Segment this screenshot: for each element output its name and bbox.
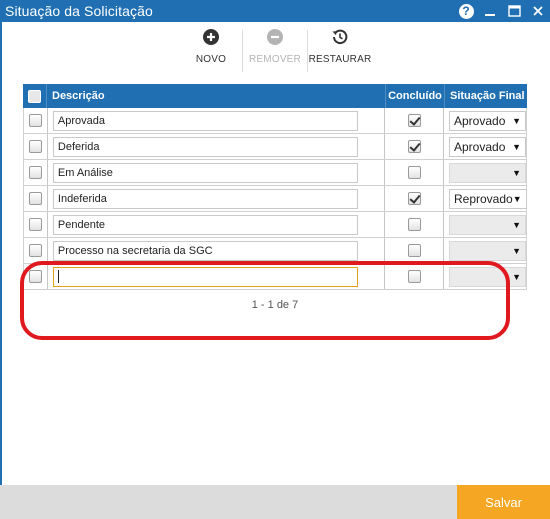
restaurar-button[interactable]: RESTAURAR	[308, 28, 372, 65]
chevron-down-icon: ▼	[512, 115, 521, 126]
descricao-input[interactable]: Aprovada	[52, 110, 358, 131]
situacao-final-select[interactable]: ▼	[449, 162, 526, 183]
grid-header: Descrição Concluído Situação Final	[23, 84, 527, 108]
concluido-checkbox[interactable]	[407, 140, 421, 153]
highlight-annotation	[20, 261, 510, 340]
novo-label: NOVO	[195, 54, 227, 65]
descricao-input[interactable]: Em Análise	[52, 162, 358, 183]
select-all-checkbox[interactable]	[28, 89, 41, 103]
descricao-input[interactable]: Processo na secretaria da SGC	[52, 240, 358, 261]
descricao-input[interactable]: Indeferida	[52, 188, 358, 209]
situacao-final-select[interactable]: ▼	[449, 240, 526, 261]
footer-bar: Salvar	[0, 485, 550, 519]
title-bar: Situação da Solicitação ?	[0, 0, 550, 22]
toolbar-separator	[242, 30, 243, 72]
column-header-descricao[interactable]: Descrição	[46, 84, 385, 108]
column-header-situacao-final[interactable]: Situação Final	[444, 84, 527, 108]
row-select-checkbox[interactable]	[28, 192, 42, 205]
situacao-final-select[interactable]: Aprovado ▼	[449, 136, 526, 157]
situacao-final-select[interactable]: ▼	[449, 214, 526, 235]
table-row: Em Análise ▼	[23, 160, 527, 186]
maximize-icon[interactable]	[502, 0, 526, 22]
save-button[interactable]: Salvar	[457, 485, 550, 519]
row-select-checkbox[interactable]	[28, 114, 42, 127]
row-select-checkbox[interactable]	[28, 140, 42, 153]
restaurar-label: RESTAURAR	[308, 54, 372, 65]
row-select-checkbox[interactable]	[28, 166, 42, 179]
situacao-final-value: Aprovado	[454, 113, 506, 128]
concluido-checkbox[interactable]	[407, 218, 421, 231]
table-row: Indeferida Reprovado ▼	[23, 186, 527, 212]
minus-circle-icon	[266, 28, 284, 46]
minimize-icon[interactable]	[478, 0, 502, 22]
chevron-down-icon: ▼	[512, 167, 521, 178]
select-all-cell	[23, 84, 46, 108]
table-row: Aprovada Aprovado ▼	[23, 108, 527, 134]
toolbar-separator	[307, 30, 308, 72]
table-row: Deferida Aprovado ▼	[23, 134, 527, 160]
chevron-down-icon: ▼	[512, 219, 521, 230]
situacao-final-select[interactable]: Reprovado ▼	[449, 188, 527, 209]
chevron-down-icon: ▼	[512, 271, 521, 282]
table-row: Pendente ▼	[23, 212, 527, 238]
dialog-window: Situação da Solicitação ? NOVO REMOVER R…	[0, 0, 550, 519]
toolbar: NOVO REMOVER RESTAURAR	[0, 28, 550, 72]
descricao-input[interactable]: Deferida	[52, 136, 358, 157]
chevron-down-icon: ▼	[512, 141, 521, 152]
help-icon[interactable]: ?	[454, 0, 478, 22]
window-controls: ?	[454, 0, 550, 22]
row-select-checkbox[interactable]	[28, 218, 42, 231]
concluido-checkbox[interactable]	[407, 244, 421, 257]
chevron-down-icon: ▼	[512, 193, 522, 204]
row-select-checkbox[interactable]	[28, 244, 42, 257]
novo-button[interactable]: NOVO	[181, 28, 241, 65]
situacao-final-select[interactable]: Aprovado ▼	[449, 110, 526, 131]
concluido-checkbox[interactable]	[407, 166, 421, 179]
situacao-final-value: Aprovado	[454, 139, 506, 154]
column-header-concluido[interactable]: Concluído	[385, 84, 444, 108]
close-icon[interactable]	[526, 0, 550, 22]
window-title: Situação da Solicitação	[5, 3, 153, 19]
window-left-border	[0, 22, 2, 485]
concluido-checkbox[interactable]	[407, 114, 421, 127]
chevron-down-icon: ▼	[512, 245, 521, 256]
history-icon	[331, 28, 349, 46]
remover-button[interactable]: REMOVER	[245, 28, 305, 65]
plus-circle-icon	[202, 28, 220, 46]
concluido-checkbox[interactable]	[407, 192, 421, 205]
situacao-final-value: Reprovado	[454, 191, 513, 206]
descricao-input[interactable]: Pendente	[52, 214, 358, 235]
remover-label: REMOVER	[249, 54, 301, 65]
